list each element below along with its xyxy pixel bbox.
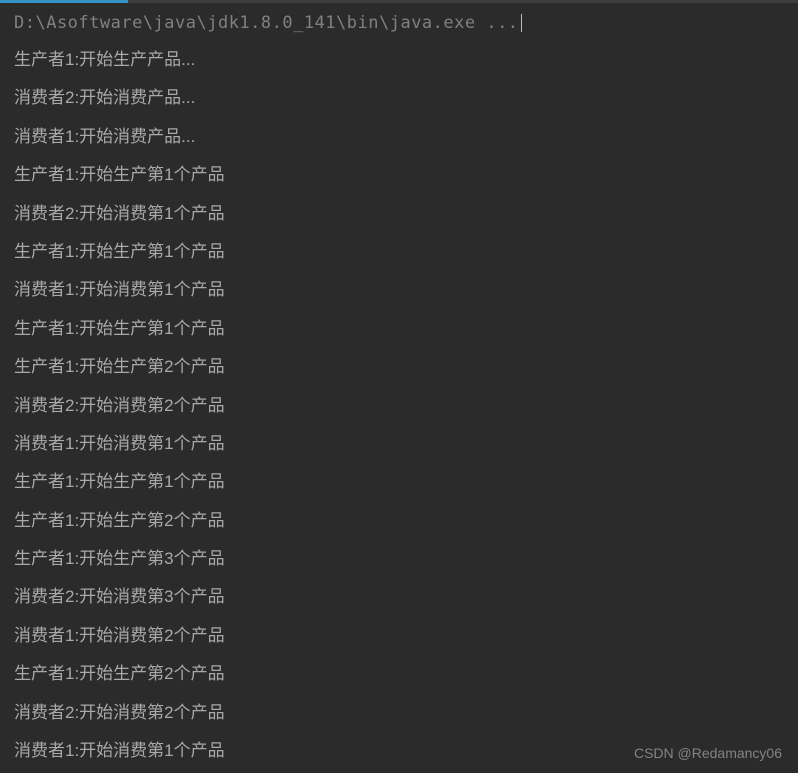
progress-indicator	[0, 0, 128, 3]
output-line: 生产者1:开始生产第3个产品	[0, 540, 798, 578]
console-output[interactable]: D:\Asoftware\java\jdk1.8.0_141\bin\java.…	[0, 3, 798, 770]
output-line: 生产者1:开始生产产品...	[0, 41, 798, 79]
output-line: 消费者1:开始消费第2个产品	[0, 617, 798, 655]
output-line: 消费者1:开始消费产品...	[0, 118, 798, 156]
command-text: D:\Asoftware\java\jdk1.8.0_141\bin\java.…	[14, 13, 519, 33]
output-line: 消费者2:开始消费第1个产品	[0, 195, 798, 233]
output-line: 生产者1:开始生产第1个产品	[0, 310, 798, 348]
text-cursor	[521, 14, 522, 32]
output-line: 生产者1:开始生产第2个产品	[0, 502, 798, 540]
output-line: 生产者1:开始生产第2个产品	[0, 348, 798, 386]
output-line: 生产者1:开始生产第1个产品	[0, 463, 798, 501]
top-bar	[0, 0, 798, 3]
output-line: 消费者1:开始消费第1个产品	[0, 271, 798, 309]
watermark: CSDN @Redamancy06	[634, 745, 782, 761]
output-line: 消费者2:开始消费第2个产品	[0, 387, 798, 425]
command-line: D:\Asoftware\java\jdk1.8.0_141\bin\java.…	[0, 11, 798, 41]
output-line: 消费者1:开始消费第1个产品	[0, 425, 798, 463]
output-line: 消费者2:开始消费产品...	[0, 79, 798, 117]
output-line: 生产者1:开始生产第1个产品	[0, 156, 798, 194]
output-line: 消费者2:开始消费第2个产品	[0, 694, 798, 732]
output-line: 消费者2:开始消费第3个产品	[0, 578, 798, 616]
output-line: 生产者1:开始生产第1个产品	[0, 233, 798, 271]
output-line: 生产者1:开始生产第2个产品	[0, 655, 798, 693]
